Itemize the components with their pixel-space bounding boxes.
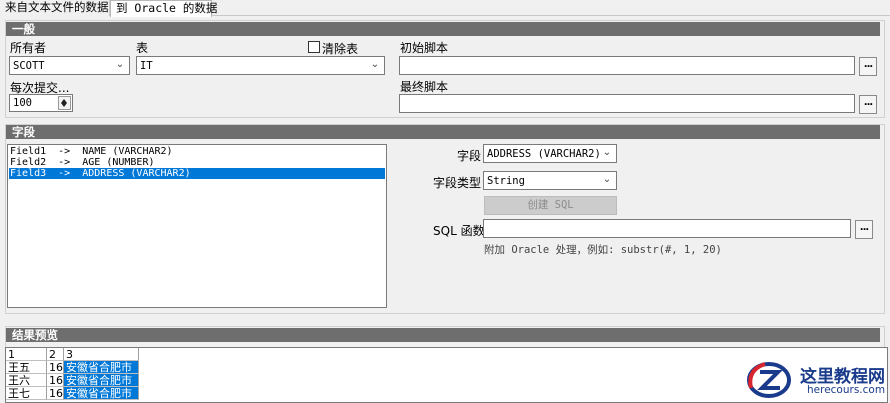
commit-value: 100	[13, 97, 32, 109]
table-cell-selected[interactable]: 安徽省合肥市	[64, 361, 139, 374]
field-type-combo[interactable]: String ⌄	[483, 171, 617, 190]
table-cell[interactable]: 16	[47, 387, 64, 400]
init-script-browse-button[interactable]: ...	[859, 57, 877, 76]
clear-table-label: 清除表	[322, 42, 359, 56]
fields-section-header: 字段	[6, 125, 880, 139]
list-item[interactable]: Field1 -> NAME (VARCHAR2)	[9, 146, 385, 157]
field-combo[interactable]: ADDRESS (VARCHAR2) ⌄	[483, 144, 617, 163]
init-script-input[interactable]	[399, 56, 855, 75]
list-item[interactable]: Field2 -> AGE (NUMBER)	[9, 157, 385, 168]
column-header[interactable]: 2	[47, 348, 64, 361]
table-cell[interactable]: 王五	[6, 361, 47, 374]
init-script-label: 初始脚本	[400, 41, 449, 55]
column-header[interactable]: 1	[6, 348, 47, 361]
field-label: 字段	[457, 149, 482, 163]
create-sql-button[interactable]: 创建 SQL	[484, 196, 617, 215]
final-script-input[interactable]	[399, 94, 855, 113]
preview-section-header: 结果预览	[6, 328, 880, 342]
commit-spinner[interactable]: 100	[9, 94, 73, 112]
field-mapping-list[interactable]: Field1 -> NAME (VARCHAR2) Field2 -> AGE …	[7, 144, 387, 308]
table-cell[interactable]: 16	[47, 361, 64, 374]
sql-function-label: SQL 函数	[433, 224, 485, 238]
table-cell-selected[interactable]: 安徽省合肥市	[64, 374, 139, 387]
sql-function-browse-button[interactable]: ...	[855, 220, 873, 239]
watermark-url: herecours.com	[807, 384, 886, 396]
field-type-label: 字段类型	[433, 176, 482, 190]
owner-value: SCOTT	[13, 60, 45, 72]
field-value: ADDRESS (VARCHAR2)	[487, 148, 601, 160]
tab-bar: 来自文本文件的数据 到 Oracle 的数据	[0, 0, 890, 17]
chevron-down-icon: ⌄	[602, 147, 612, 158]
final-script-browse-button[interactable]: ...	[859, 95, 877, 114]
list-item-selected[interactable]: Field3 -> ADDRESS (VARCHAR2)	[9, 168, 385, 179]
chevron-down-icon: ⌄	[370, 59, 380, 70]
chevron-down-icon: ⌄	[115, 59, 125, 70]
tab-to-oracle[interactable]: 到 Oracle 的数据	[110, 0, 217, 17]
general-section-header: 一般	[6, 22, 880, 36]
table-cell[interactable]: 王六	[6, 374, 47, 387]
field-type-value: String	[487, 175, 525, 187]
arrow-down-icon[interactable]	[61, 103, 67, 107]
table-label: 表	[136, 41, 149, 55]
table-cell-selected[interactable]: 安徽省合肥市	[64, 387, 139, 400]
sql-function-hint: 附加 Oracle 处理，例如: substr(#, 1, 20)	[484, 244, 722, 256]
owner-label: 所有者	[10, 41, 47, 55]
clear-table-checkbox[interactable]	[308, 41, 320, 53]
table-cell[interactable]: 王七	[6, 387, 47, 400]
sql-function-input[interactable]	[483, 219, 851, 238]
column-header[interactable]: 3	[64, 348, 139, 361]
spinner-arrows-icon[interactable]	[58, 96, 71, 110]
table-combo[interactable]: IT ⌄	[136, 56, 385, 75]
table-cell[interactable]: 16	[47, 374, 64, 387]
chevron-down-icon: ⌄	[602, 174, 612, 185]
watermark-logo-icon	[747, 362, 791, 398]
tab-from-text-file[interactable]: 来自文本文件的数据	[0, 0, 110, 16]
table-value: IT	[140, 60, 153, 72]
owner-combo[interactable]: SCOTT ⌄	[9, 56, 130, 75]
final-script-label: 最终脚本	[400, 80, 449, 94]
